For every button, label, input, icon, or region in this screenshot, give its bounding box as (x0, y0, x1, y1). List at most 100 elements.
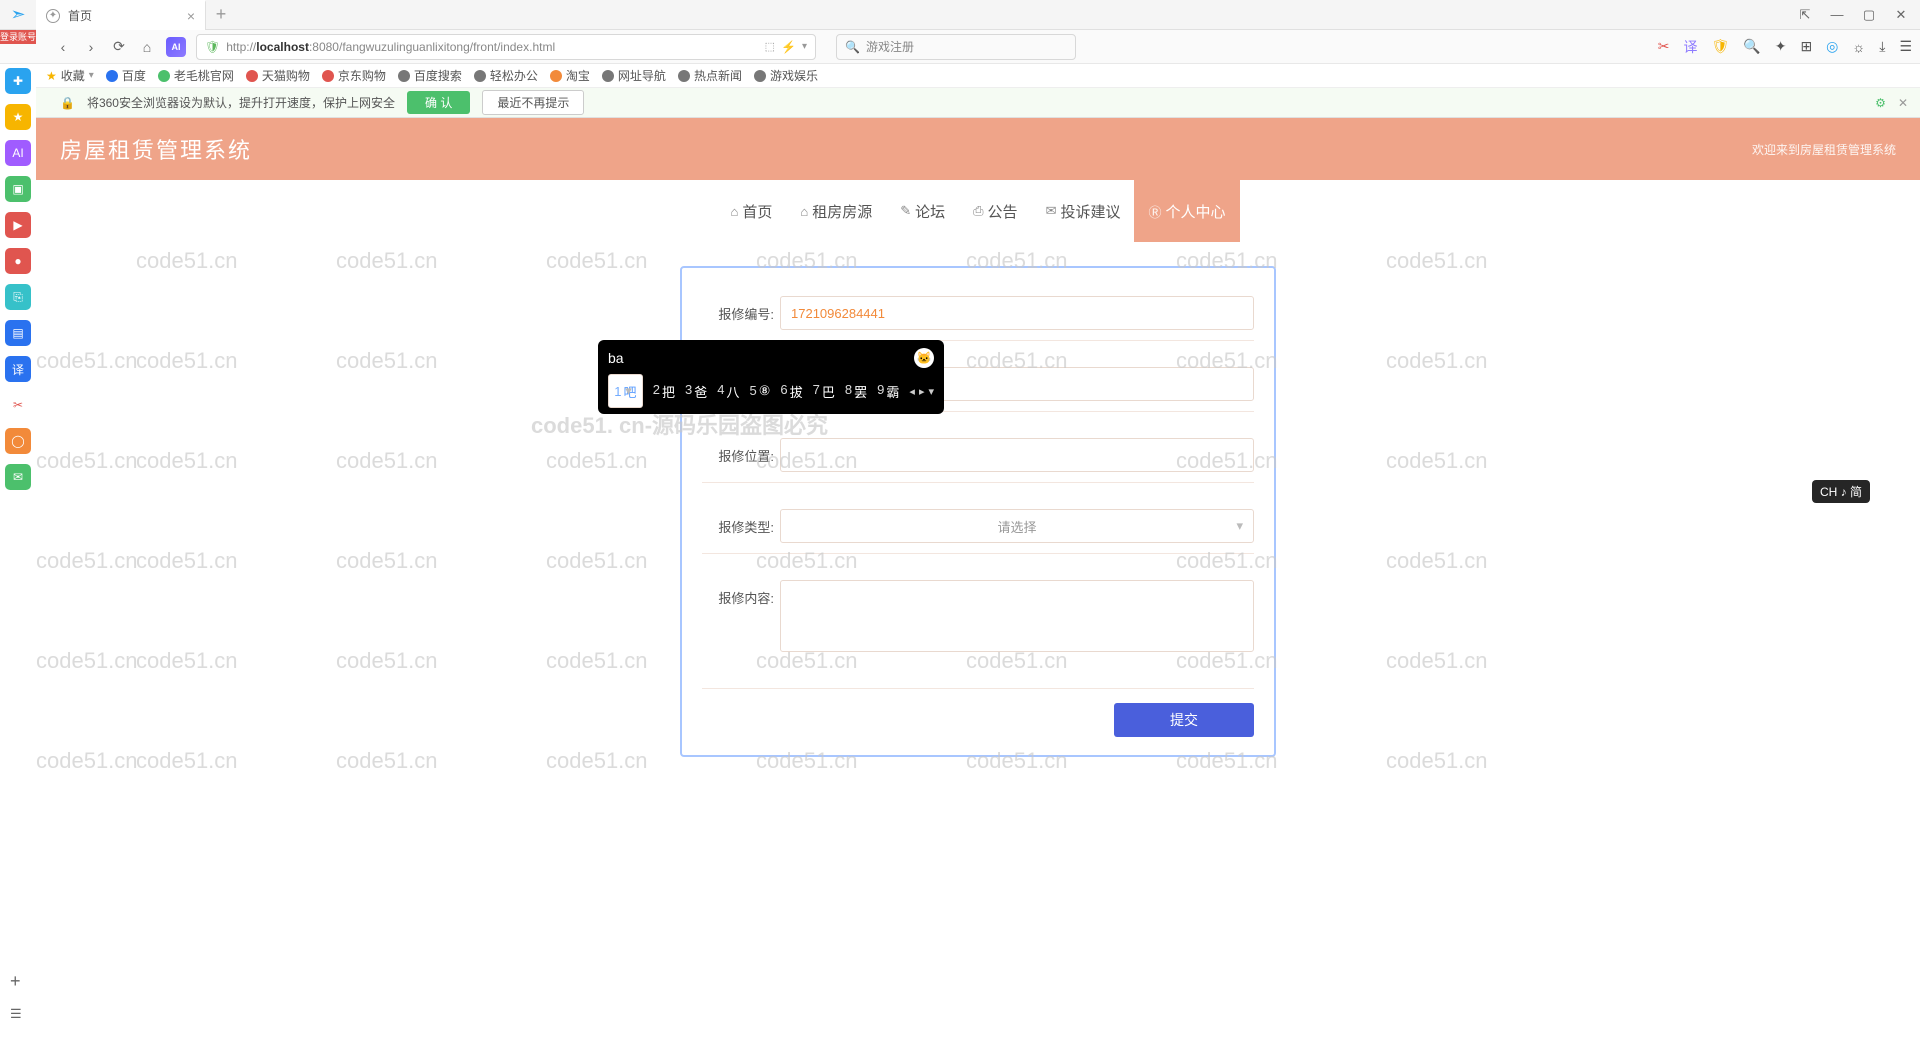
submit-button[interactable]: 提交 (1114, 703, 1254, 737)
ime-cand[interactable]: 8罢 (845, 382, 867, 401)
nav-home-icon[interactable]: ⌂ (138, 38, 156, 56)
textarea-repair-content[interactable] (780, 580, 1254, 652)
app-welcome: 欢迎来到房屋租赁管理系统 (1752, 141, 1896, 158)
addr-qr-icon[interactable]: ⬚ (765, 40, 775, 53)
label-repair-id: 报修编号: (702, 296, 780, 323)
side-icon[interactable]: ▤ (5, 320, 31, 346)
login-tag[interactable]: 登录账号 (0, 30, 36, 44)
nav-forum[interactable]: ✎论坛 (886, 180, 959, 242)
search-box[interactable]: 🔍 游戏注册 (836, 34, 1076, 60)
side-icon[interactable]: ▶ (5, 212, 31, 238)
input-repair-id[interactable] (780, 296, 1254, 330)
nav-profile[interactable]: Ⓡ个人中心 (1134, 180, 1239, 242)
ime-next-icon[interactable]: ▸ (919, 385, 925, 398)
window-min-icon[interactable]: — (1830, 7, 1844, 23)
download-icon[interactable]: ⤓ (1879, 38, 1885, 55)
ime-indicator[interactable]: CH ♪ 简 (1812, 480, 1870, 503)
ime-input: ba (608, 350, 624, 366)
ime-mascot-icon: 🐱 (914, 348, 934, 368)
notice-close-icon[interactable]: ✕ (1898, 96, 1908, 110)
window-pin-icon[interactable]: ⇱ (1798, 7, 1812, 23)
bookmark-item[interactable]: 游戏娱乐 (754, 67, 818, 84)
bookmark-item[interactable]: 老毛桃官网 (158, 67, 234, 84)
notice-gear-icon[interactable]: ⚙ (1875, 96, 1886, 110)
side-icon[interactable]: AI (5, 140, 31, 166)
nav-back-icon[interactable]: ‹ (54, 38, 72, 56)
ime-cand[interactable]: 7巴 (813, 382, 835, 401)
nav-reload-icon[interactable]: ⟳ (110, 38, 128, 56)
ime-prev-icon[interactable]: ◂ (909, 385, 915, 398)
bookmark-item[interactable]: 天猫购物 (246, 67, 310, 84)
complaint-icon: ✉ (1046, 203, 1057, 219)
bookmark-item[interactable]: 热点新闻 (678, 67, 742, 84)
ime-cand[interactable]: 2把 (653, 382, 675, 401)
side-icon[interactable]: ⎘ (5, 284, 31, 310)
lock-icon: 🛡 (205, 40, 220, 54)
bookmark-item[interactable]: 淘宝 (550, 67, 590, 84)
main: 报修编号: 报修标题: 报修位置: 报修类型: 请选择 报修内容: 提交 (36, 242, 1920, 757)
scissors-icon[interactable]: ✂ (1658, 38, 1670, 55)
side-icon[interactable]: 译 (5, 356, 31, 382)
notice-text: 将360安全浏览器设为默认，提升打开速度，保护上网安全 (87, 94, 395, 111)
ime-candidates: 1吧 2把 3爸 4八 5⑧ 6拔 7巴 8罢 9霸 ◂ ▸▾ (608, 374, 934, 408)
profile-icon: Ⓡ (1148, 202, 1161, 221)
side-icon[interactable]: ▣ (5, 176, 31, 202)
bookmark-fav[interactable]: ★收藏▾ (46, 67, 94, 84)
shield-icon[interactable]: 🛡 (1711, 38, 1729, 55)
puzzle-icon[interactable]: ✦ (1775, 38, 1787, 55)
bookmark-item[interactable]: 轻松办公 (474, 67, 538, 84)
app-header: 房屋租赁管理系统 欢迎来到房屋租赁管理系统 (36, 118, 1920, 180)
nav-notice[interactable]: ⎙公告 (959, 180, 1031, 242)
forum-icon: ✎ (900, 203, 911, 219)
left-sidebar: ✚ ★ AI ▣ ▶ ● ⎘ ▤ 译 ✂ ◯ ✉ (0, 64, 36, 824)
bookmark-item[interactable]: 百度搜索 (398, 67, 462, 84)
bookmark-item[interactable]: 京东购物 (322, 67, 386, 84)
ime-cand[interactable]: 6拔 (780, 382, 802, 401)
nav-complaint[interactable]: ✉投诉建议 (1032, 180, 1135, 242)
bookmark-item[interactable]: 网址导航 (602, 67, 666, 84)
notice-bar: 🔒 将360安全浏览器设为默认，提升打开速度，保护上网安全 确 认 最近不再提示… (0, 88, 1920, 118)
globe-icon[interactable]: ◎ (1826, 38, 1838, 55)
bookmark-item[interactable]: 百度 (106, 67, 146, 84)
zoom-icon[interactable]: 🔍 (1743, 38, 1760, 55)
window-close-icon[interactable]: ✕ (1894, 7, 1908, 23)
url-text: http://localhost:8080/fangwuzulinguanlix… (226, 40, 555, 54)
grid-icon[interactable]: ⊞ (1800, 38, 1812, 55)
browser-app-icon: ➣ (0, 0, 36, 30)
side-icon[interactable]: ✉ (5, 464, 31, 490)
ime-cand[interactable]: 9霸 (877, 382, 899, 401)
tab-close-icon[interactable]: × (187, 8, 195, 24)
sun-icon[interactable]: ☼ (1852, 39, 1865, 55)
sidebar-menu-button[interactable]: ☰ (10, 1006, 22, 1022)
new-tab-button[interactable]: + (206, 4, 236, 25)
addr-drop-icon[interactable]: ▾ (802, 41, 807, 52)
notice-confirm-button[interactable]: 确 认 (407, 91, 470, 114)
nav-listings[interactable]: ⌂租房房源 (786, 180, 886, 242)
translate-icon[interactable]: 译 (1683, 37, 1697, 57)
ime-cand[interactable]: 1吧 (608, 374, 643, 408)
addr-flash-icon[interactable]: ⚡ (781, 40, 796, 54)
ime-cand[interactable]: 3爸 (685, 382, 707, 401)
select-repair-type[interactable]: 请选择 (780, 509, 1254, 543)
ime-cand[interactable]: 5⑧ (750, 383, 771, 399)
browser-tab[interactable]: ✦ 首页 × (36, 0, 206, 30)
nav-home[interactable]: ⌂首页 (716, 180, 786, 242)
notice-dismiss-button[interactable]: 最近不再提示 (482, 90, 584, 115)
ai-badge-icon[interactable]: AI (166, 37, 186, 57)
menu-icon[interactable]: ☰ (1899, 38, 1912, 55)
tab-favicon-icon: ✦ (46, 9, 60, 23)
side-icon[interactable]: ● (5, 248, 31, 274)
ime-expand-icon[interactable]: ▾ (928, 385, 934, 398)
side-icon[interactable]: ✚ (5, 68, 31, 94)
ime-cand[interactable]: 4八 (717, 382, 739, 401)
input-repair-location[interactable] (780, 438, 1254, 472)
nav-fwd-icon[interactable]: › (82, 38, 100, 56)
side-icon[interactable]: ◯ (5, 428, 31, 454)
sidebar-add-button[interactable]: + (10, 971, 21, 992)
home-icon: ⌂ (730, 204, 738, 219)
address-bar[interactable]: 🛡 http://localhost:8080/fangwuzulinguanl… (196, 34, 816, 60)
toolbar-right: ✂ 译 🛡 🔍 ✦ ⊞ ◎ ☼ ⤓ ☰ (1658, 37, 1912, 57)
side-icon[interactable]: ★ (5, 104, 31, 130)
side-scissors-icon[interactable]: ✂ (5, 392, 31, 418)
window-max-icon[interactable]: ▢ (1862, 7, 1876, 23)
